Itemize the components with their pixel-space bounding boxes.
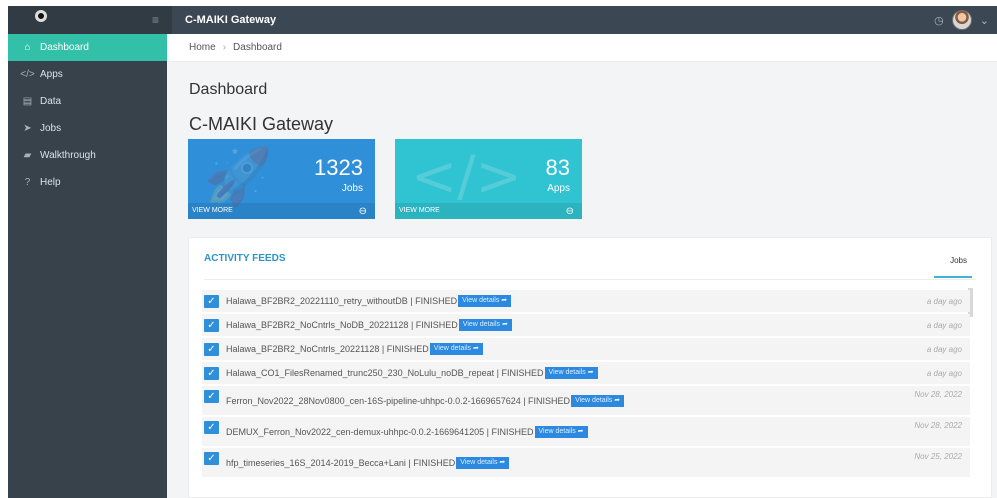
clock-icon[interactable]: ◷ xyxy=(934,14,944,27)
view-details-button[interactable]: View details ➦ xyxy=(571,394,625,407)
page-title: Dashboard xyxy=(189,81,268,98)
job-timestamp: a day ago xyxy=(926,297,962,306)
tab-jobs[interactable]: Jobs xyxy=(950,256,967,265)
apps-count: 83 xyxy=(545,155,570,180)
arrow-right-circle-icon[interactable]: ⊖ xyxy=(566,206,574,217)
job-status-text: Halawa_BF2BR2_20221110_retry_withoutDB |… xyxy=(226,296,458,306)
section-title: C-MAIKI Gateway xyxy=(189,114,334,134)
job-timestamp: a day ago xyxy=(926,321,962,330)
list-item: ✓ Halawa_BF2BR2_20221110_retry_withoutDB … xyxy=(202,290,970,312)
view-more-label: VIEW MORE xyxy=(399,207,440,214)
logo-area[interactable]: ≡ xyxy=(8,6,172,34)
job-status-text: Ferron_Nov2022_28Nov0800_cen-16S-pipelin… xyxy=(226,395,571,406)
check-icon: ✓ xyxy=(204,452,219,465)
jobs-stat-card[interactable]: 🚀 1323 Jobs VIEW MORE ⊖ xyxy=(188,139,375,219)
view-details-button[interactable]: View details ➦ xyxy=(458,319,512,331)
code-icon: </> xyxy=(20,69,35,80)
jobs-view-more-link[interactable]: VIEW MORE xyxy=(188,203,375,219)
hamburger-icon[interactable]: ≡ xyxy=(152,14,159,26)
sidebar-item-label: Data xyxy=(40,96,62,107)
view-details-button[interactable]: View details ➦ xyxy=(456,456,510,469)
job-timestamp: Nov 25, 2022 xyxy=(914,452,962,461)
list-item: ✓ Halawa_CO1_FilesRenamed_trunc250_230_No… xyxy=(202,362,970,384)
sidebar-item-help[interactable]: ? Help xyxy=(8,169,167,196)
code-icon: </> xyxy=(411,144,522,208)
sidebar-item-label: Apps xyxy=(40,69,63,80)
jobs-label: Jobs xyxy=(341,183,363,194)
job-status-text: Halawa_CO1_FilesRenamed_trunc250_230_NoL… xyxy=(226,368,544,378)
sidebar-item-data[interactable]: ▤ Data xyxy=(8,88,167,115)
check-icon: ✓ xyxy=(204,295,219,308)
job-timestamp: a day ago xyxy=(926,369,962,378)
list-item: ✓ hfp_timeseries_16S_2014-2019_Becca+Lani… xyxy=(202,448,970,477)
feed-divider xyxy=(204,279,976,280)
active-tab-indicator xyxy=(934,276,972,278)
chevron-down-icon[interactable]: ⌄ xyxy=(980,14,989,27)
main-content: Dashboard C-MAIKI Gateway 🚀 1323 Jobs VI… xyxy=(167,62,997,498)
sidebar-item-apps[interactable]: </> Apps xyxy=(8,61,167,88)
sidebar-item-dashboard[interactable]: ⌂ Dashboard xyxy=(8,34,175,61)
check-icon: ✓ xyxy=(204,390,219,403)
view-more-label: VIEW MORE xyxy=(192,207,233,214)
job-timestamp: Nov 28, 2022 xyxy=(914,390,962,399)
help-icon: ? xyxy=(24,177,31,188)
paper-plane-icon: ➤ xyxy=(23,123,32,134)
view-details-button[interactable]: View details ➦ xyxy=(534,425,588,438)
view-details-button[interactable]: View details ➦ xyxy=(544,367,598,379)
breadcrumb-separator-icon: › xyxy=(222,42,227,53)
user-avatar-icon[interactable] xyxy=(951,10,972,30)
sidebar-item-walkthrough[interactable]: ▰ Walkthrough xyxy=(8,142,167,169)
view-details-button[interactable]: View details ➦ xyxy=(429,343,483,355)
breadcrumb: Home › Dashboard xyxy=(167,34,997,62)
view-details-button[interactable]: View details ➦ xyxy=(458,295,512,307)
list-item: ✓ Halawa_BF2BR2_NoCntrls_NoDB_20221128 | … xyxy=(202,314,970,336)
sidebar-item-label: Help xyxy=(40,177,61,188)
apps-view-more-link[interactable]: VIEW MORE xyxy=(395,203,582,219)
check-icon: ✓ xyxy=(204,421,219,434)
book-icon: ▰ xyxy=(23,150,32,161)
sidebar-item-label: Dashboard xyxy=(40,42,89,53)
list-item: ✓ Ferron_Nov2022_28Nov0800_cen-16S-pipeli… xyxy=(202,386,970,415)
user-controls: ◷ ⌄ xyxy=(934,9,989,31)
sidebar-item-label: Walkthrough xyxy=(40,150,96,161)
job-status-text: Halawa_BF2BR2_NoCntrls_20221128 | FINISH… xyxy=(226,344,429,354)
arrow-right-circle-icon[interactable]: ⊖ xyxy=(359,206,367,217)
activity-feed-title: ACTIVITY FEEDS xyxy=(204,253,286,264)
check-icon: ✓ xyxy=(204,343,219,356)
apps-label: Apps xyxy=(547,183,570,194)
apps-stat-card[interactable]: </> 83 Apps VIEW MORE ⊖ xyxy=(395,139,582,219)
activity-feed-list: ✓ Halawa_BF2BR2_20221110_retry_withoutDB … xyxy=(202,290,970,479)
job-timestamp: a day ago xyxy=(926,345,962,354)
sidebar-item-jobs[interactable]: ➤ Jobs xyxy=(8,115,167,142)
list-item: ✓ DEMUX_Ferron_Nov2022_cen-demux-uhhpc-0.… xyxy=(202,417,970,446)
job-status-text: hfp_timeseries_16S_2014-2019_Becca+Lani … xyxy=(226,457,456,468)
check-icon: ✓ xyxy=(204,319,219,332)
app-title: C-MAIKI Gateway xyxy=(185,14,277,26)
gateway-logo-icon xyxy=(35,10,47,22)
list-item: ✓ Halawa_BF2BR2_NoCntrls_20221128 | FINIS… xyxy=(202,338,970,360)
top-navigation-bar: ≡ C-MAIKI Gateway ◷ ⌄ xyxy=(8,6,997,34)
home-icon: ⌂ xyxy=(24,42,31,53)
breadcrumb-home-link[interactable]: Home xyxy=(189,42,216,53)
jobs-count: 1323 xyxy=(314,155,363,180)
job-status-text: Halawa_BF2BR2_NoCntrls_NoDB_20221128 | F… xyxy=(226,320,458,330)
rocket-icon: 🚀 xyxy=(204,144,273,208)
sidebar-item-label: Jobs xyxy=(40,123,62,134)
breadcrumb-current: Dashboard xyxy=(233,42,282,53)
sidebar: ⌂ Dashboard </> Apps ▤ Data ➤ Jobs ▰ Walkthro… xyxy=(8,34,175,498)
job-timestamp: Nov 28, 2022 xyxy=(914,421,962,430)
activity-feed-panel: ACTIVITY FEEDS Jobs ✓ Halawa_BF2BR2_20221… xyxy=(188,237,992,498)
check-icon: ✓ xyxy=(204,367,219,380)
job-status-text: DEMUX_Ferron_Nov2022_cen-demux-uhhpc-0.0… xyxy=(226,426,534,437)
database-icon: ▤ xyxy=(22,96,33,107)
